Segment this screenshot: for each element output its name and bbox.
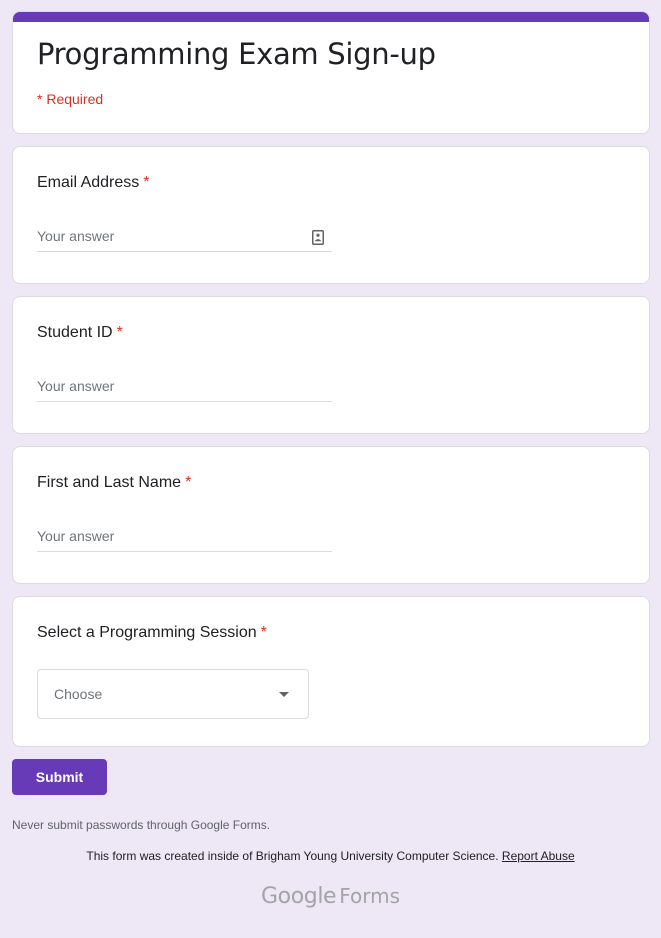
required-note: * Required [37, 91, 104, 107]
student-id-answer-field [37, 375, 332, 402]
required-asterisk: * [185, 474, 192, 491]
question-card-student-id: Student ID * [12, 296, 650, 434]
question-card-name: First and Last Name * [12, 446, 650, 584]
question-text: Student ID [37, 324, 113, 341]
submit-button[interactable]: Submit [12, 759, 107, 795]
contact-card-icon[interactable] [312, 230, 324, 245]
google-forms-logo[interactable]: Google Forms [0, 884, 661, 909]
required-asterisk: * [260, 624, 267, 641]
dropdown-arrow-icon [279, 692, 289, 697]
password-warning: Never submit passwords through Google Fo… [12, 818, 271, 832]
question-label-email: Email Address * [37, 174, 150, 192]
question-label-student-id: Student ID * [37, 324, 123, 342]
name-input[interactable] [37, 528, 297, 544]
header-accent-bar [13, 12, 649, 22]
question-label-name: First and Last Name * [37, 474, 191, 492]
student-id-input[interactable] [37, 378, 297, 394]
report-abuse-link[interactable]: Report Abuse [502, 849, 575, 863]
name-answer-field [37, 525, 332, 552]
question-card-session: Select a Programming Session * Choose [12, 596, 650, 747]
session-dropdown[interactable]: Choose [37, 669, 309, 719]
created-by-text: This form was created inside of Brigham … [86, 849, 499, 863]
created-by-line: This form was created inside of Brigham … [0, 849, 661, 863]
question-label-session: Select a Programming Session * [37, 624, 267, 642]
brand-google-text: Google [261, 884, 337, 909]
required-asterisk: * [143, 174, 150, 191]
brand-forms-text: Forms [339, 884, 400, 908]
form-title: Programming Exam Sign-up [37, 37, 436, 71]
question-text: Email Address [37, 174, 140, 191]
question-text: Select a Programming Session [37, 624, 257, 641]
dropdown-selected-value: Choose [54, 686, 103, 702]
question-text: First and Last Name [37, 474, 182, 491]
required-asterisk: * [116, 324, 123, 341]
email-answer-field [37, 225, 332, 252]
question-card-email: Email Address * [12, 146, 650, 284]
form-header-card: Programming Exam Sign-up * Required [12, 11, 650, 134]
email-input[interactable] [37, 228, 297, 244]
